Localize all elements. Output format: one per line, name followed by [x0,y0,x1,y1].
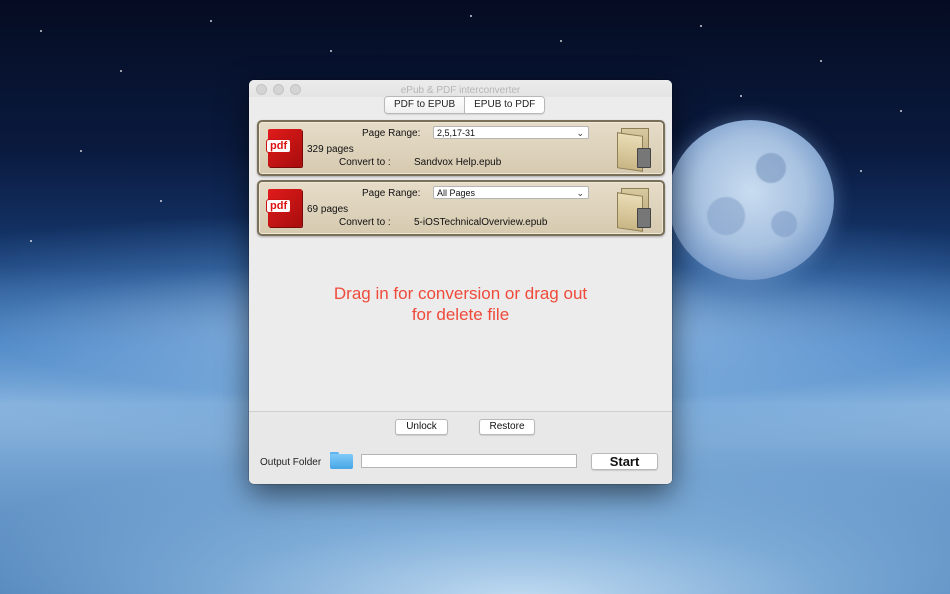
close-button[interactable] [256,84,267,95]
page-range-select[interactable]: All Pages ⌄ [433,186,589,199]
unlock-button[interactable]: Unlock [395,419,448,435]
folder-icon[interactable] [330,452,353,469]
page-range-label: Page Range: [362,128,421,139]
start-button[interactable]: Start [591,453,658,470]
pdf-icon: pdf [266,189,302,227]
output-path-field[interactable] [361,454,577,468]
page-range-select[interactable]: 2,5,17-31 ⌄ [433,126,589,139]
pdf-icon: pdf [266,129,302,167]
file-item[interactable]: pdf 69 pages Page Range: All Pages ⌄ Con… [257,180,665,236]
convert-target: 5-iOSTechnicalOverview.epub [414,217,548,228]
convert-to-label: Convert to : [339,217,391,228]
drop-zone-message[interactable]: Drag in for conversion or drag out for d… [249,283,672,325]
window-controls [256,84,301,95]
archive-folder-icon[interactable] [617,188,651,232]
app-window: ePub & PDF interconverter PDF to EPUB EP… [249,80,672,484]
window-title: ePub & PDF interconverter [400,85,521,96]
mode-tabs: PDF to EPUB EPUB to PDF [384,96,546,114]
zoom-button[interactable] [290,84,301,95]
moon-image [668,120,834,280]
restore-button[interactable]: Restore [479,419,535,435]
convert-to-label: Convert to : [339,157,391,168]
page-count: 329 pages [307,144,354,155]
chevron-down-icon: ⌄ [576,188,584,198]
page-range-label: Page Range: [362,188,421,199]
file-item[interactable]: pdf 329 pages Page Range: 2,5,17-31 ⌄ Co… [257,120,665,176]
title-bar: ePub & PDF interconverter [249,80,672,97]
convert-target: Sandvox Help.epub [414,157,502,168]
archive-folder-icon[interactable] [617,128,651,172]
tab-pdf-to-epub[interactable]: PDF to EPUB [385,97,465,113]
page-count: 69 pages [307,204,349,215]
tab-epub-to-pdf[interactable]: EPUB to PDF [464,97,545,113]
chevron-down-icon: ⌄ [576,128,584,138]
output-folder-label: Output Folder [260,457,322,468]
bottom-panel [249,412,672,484]
minimize-button[interactable] [273,84,284,95]
